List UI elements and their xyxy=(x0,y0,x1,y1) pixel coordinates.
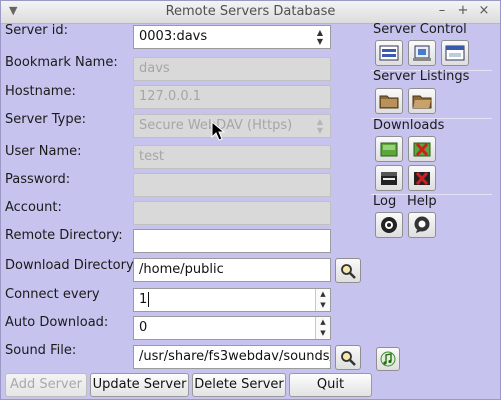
browse-sound-file-button[interactable] xyxy=(335,345,361,370)
download-button[interactable] xyxy=(375,136,403,162)
server-type-select[interactable]: Secure WebDAV (Https) ▲▼ xyxy=(133,114,331,138)
server-listings-title: Server Listings xyxy=(373,69,470,84)
play-sound-button[interactable] xyxy=(376,347,400,371)
log-eye-icon xyxy=(381,217,397,233)
archive-icon xyxy=(381,172,397,185)
help-button[interactable] xyxy=(408,212,436,238)
download-directory-field[interactable]: /home/public xyxy=(133,258,331,282)
combo-arrows-icon: ▲ ▼ xyxy=(316,117,324,135)
sound-file-label: Sound File: xyxy=(5,343,77,358)
account-label: Account: xyxy=(5,200,62,215)
archive-cancel-icon xyxy=(414,171,430,186)
server-listing-open-button[interactable] xyxy=(408,88,436,114)
download-directory-label: Download Directory: xyxy=(5,258,138,273)
help-title: Help xyxy=(407,194,437,209)
downloads-title: Downloads xyxy=(373,118,445,133)
server-add-icon xyxy=(413,45,431,61)
archive-button[interactable] xyxy=(375,165,403,191)
server-control-title: Server Control xyxy=(373,22,467,37)
music-note-icon xyxy=(380,351,396,367)
add-server-button[interactable]: Add Server xyxy=(5,373,87,397)
spinner-arrows-icon[interactable]: ▲ ▼ xyxy=(315,317,330,339)
log-title: Log xyxy=(373,194,397,209)
server-list-icon xyxy=(379,45,399,61)
user-name-field[interactable]: test xyxy=(133,145,331,169)
magnifier-icon xyxy=(341,350,356,366)
connect-every-spinner[interactable]: 1 ▲ ▼ xyxy=(133,288,331,312)
sound-file-field[interactable]: /usr/share/fs3webdav/sounds/p xyxy=(133,345,331,369)
server-type-label: Server Type: xyxy=(5,112,87,127)
mouse-cursor-icon xyxy=(211,121,225,141)
delete-server-button[interactable]: Delete Server xyxy=(192,373,286,397)
browse-download-dir-button[interactable] xyxy=(335,258,361,283)
maximize-icon[interactable]: + xyxy=(456,3,470,18)
log-button[interactable] xyxy=(375,212,403,238)
window-title: Remote Servers Database xyxy=(165,4,336,19)
quit-button[interactable]: Quit xyxy=(289,373,372,397)
combo-arrows-icon: ▲ ▼ xyxy=(316,28,324,46)
server-add-button[interactable] xyxy=(408,40,436,66)
server-list-button[interactable] xyxy=(375,40,403,66)
spinner-arrows-icon[interactable]: ▲ ▼ xyxy=(315,289,330,311)
connect-every-value: 1 xyxy=(139,292,148,307)
title-bar: ▼ Remote Servers Database – + × xyxy=(1,1,500,24)
help-bubble-icon xyxy=(414,216,430,233)
password-field[interactable] xyxy=(133,173,331,197)
hostname-field[interactable]: 127.0.0.1 xyxy=(133,85,331,109)
auto-download-spinner[interactable]: 0 ▲ ▼ xyxy=(133,316,331,340)
connect-every-label: Connect every xyxy=(5,287,100,302)
close-icon[interactable]: × xyxy=(477,3,491,18)
folder-icon xyxy=(379,95,399,109)
bookmark-name-field[interactable]: davs xyxy=(133,57,331,81)
download-green-icon xyxy=(380,142,398,157)
archive-cancel-button[interactable] xyxy=(408,165,436,191)
minimize-icon[interactable]: – xyxy=(435,3,449,18)
download-cancel-button[interactable] xyxy=(408,136,436,162)
auto-download-value: 0 xyxy=(139,320,148,335)
password-label: Password: xyxy=(5,172,71,187)
server-id-value: 0003:davs xyxy=(139,29,208,44)
server-id-select[interactable]: 0003:davs ▲ ▼ xyxy=(133,25,331,49)
server-window-icon xyxy=(445,45,465,61)
download-cancel-icon xyxy=(413,142,431,157)
folder-open-icon xyxy=(412,95,432,109)
user-name-label: User Name: xyxy=(5,144,82,159)
bookmark-name-label: Bookmark Name: xyxy=(5,55,118,70)
server-listing-button[interactable] xyxy=(375,88,403,114)
remote-directory-field[interactable] xyxy=(133,229,331,253)
server-window-button[interactable] xyxy=(441,40,469,66)
server-id-label: Server id: xyxy=(5,23,69,38)
auto-download-label: Auto Download: xyxy=(5,315,109,330)
update-server-button[interactable]: Update Server xyxy=(90,373,189,397)
remote-servers-window: ▼ Remote Servers Database – + × Server i… xyxy=(0,0,501,400)
magnifier-icon xyxy=(341,263,356,279)
hostname-label: Hostname: xyxy=(5,84,76,99)
remote-directory-label: Remote Directory: xyxy=(5,228,123,243)
account-field[interactable] xyxy=(133,201,331,225)
